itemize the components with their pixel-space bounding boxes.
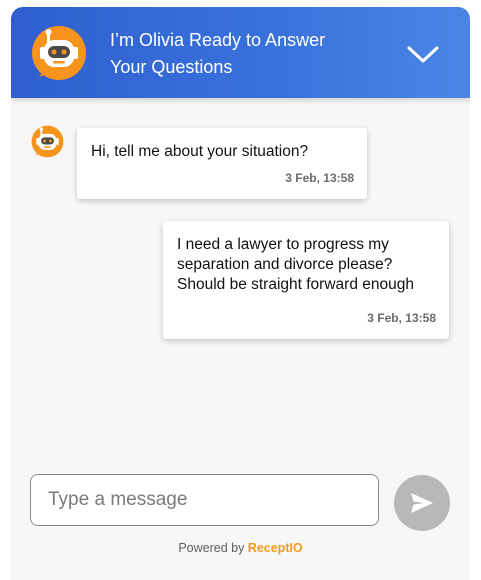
- message-timestamp: 3 Feb, 13:58: [285, 171, 354, 185]
- message-input-box: [30, 474, 379, 526]
- user-message: I need a lawyer to progress my separatio…: [163, 221, 449, 339]
- chat-widget: I’m Olivia Ready to Answer Your Question…: [11, 7, 470, 580]
- robot-icon: [32, 26, 86, 80]
- send-button[interactable]: [394, 475, 450, 531]
- message-text: Hi, tell me about your situation?: [91, 143, 309, 160]
- chat-header: I’m Olivia Ready to Answer Your Question…: [11, 7, 470, 98]
- send-icon: [411, 493, 433, 513]
- message-text: I need a lawyer to progress my separatio…: [177, 236, 414, 293]
- header-title-line2: Your Questions: [110, 57, 233, 77]
- brand-link[interactable]: ReceptIO: [248, 541, 303, 555]
- bot-message: Hi, tell me about your situation? 3 Feb,…: [77, 128, 367, 199]
- chevron-down-icon[interactable]: [404, 39, 442, 69]
- powered-by: Powered by ReceptIO: [11, 541, 470, 555]
- header-title: I’m Olivia Ready to Answer Your Question…: [110, 27, 380, 81]
- message-timestamp: 3 Feb, 13:58: [367, 311, 436, 325]
- powered-by-label: Powered by: [178, 541, 248, 555]
- message-input[interactable]: [46, 475, 370, 525]
- bot-avatar-icon: [31, 125, 64, 158]
- header-title-line1: I’m Olivia Ready to Answer: [110, 30, 326, 50]
